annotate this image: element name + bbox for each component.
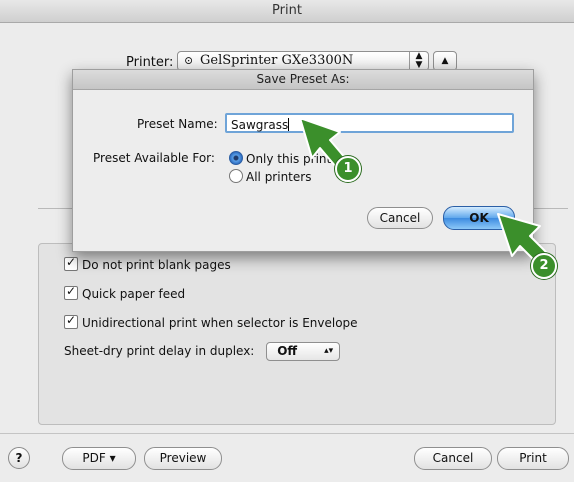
step-1-badge: 1 (335, 156, 361, 182)
radio-selected-icon[interactable] (229, 151, 243, 165)
text-caret (288, 118, 290, 131)
cancel-button[interactable]: Cancel (414, 447, 492, 470)
select-stepper-icon: ▲ ▼ (409, 52, 428, 70)
printer-select[interactable]: ⊙ GelSprinter GXe3300N ▲ ▼ (177, 51, 429, 71)
sheet-cancel-button[interactable]: Cancel (367, 207, 433, 229)
delay-label: Sheet-dry print delay in duplex: (64, 344, 255, 358)
available-for-label: Preset Available For: (93, 151, 215, 165)
preset-name-input[interactable]: Sawgrass (225, 113, 514, 133)
option-quick-feed[interactable]: Quick paper feed (64, 284, 186, 301)
option-label: Quick paper feed (82, 287, 186, 301)
print-button[interactable]: Print (497, 447, 569, 470)
preview-button[interactable]: Preview (144, 447, 222, 470)
option-unidirectional[interactable]: Unidirectional print when selector is En… (64, 313, 358, 330)
sheet-title: Save Preset As: (73, 70, 533, 90)
help-button[interactable]: ? (8, 447, 30, 469)
printer-label: Printer: (126, 55, 174, 70)
preset-name-value: Sawgrass (231, 118, 289, 132)
delay-select[interactable]: Off ▴▾ (266, 342, 341, 361)
triangle-up-icon: ▲ (441, 56, 449, 66)
checkbox-unidirectional[interactable] (64, 313, 78, 329)
disclosure-button[interactable]: ▲ (433, 51, 457, 71)
checkbox-blank-pages[interactable] (64, 255, 78, 271)
preset-name-label: Preset Name: (137, 117, 218, 131)
checkbox-quick-feed[interactable] (64, 284, 78, 300)
radio-unselected-icon[interactable] (229, 169, 243, 183)
delay-select-value: Off (277, 344, 298, 358)
printer-select-value: GelSprinter GXe3300N (200, 53, 354, 68)
option-label: Unidirectional print when selector is En… (82, 316, 358, 330)
option-label: Do not print blank pages (82, 258, 231, 272)
print-dialog-title: Print (0, 0, 574, 23)
bottom-separator (0, 433, 574, 434)
printer-status-icon: ⊙ (184, 54, 194, 67)
option-blank-pages[interactable]: Do not print blank pages (64, 255, 231, 272)
select-stepper-icon: ▴▾ (324, 346, 334, 356)
delay-row: Sheet-dry print delay in duplex: Off ▴▾ (64, 342, 341, 361)
pdf-button[interactable]: PDF ▾ (62, 447, 136, 470)
step-2-badge: 2 (531, 253, 557, 279)
